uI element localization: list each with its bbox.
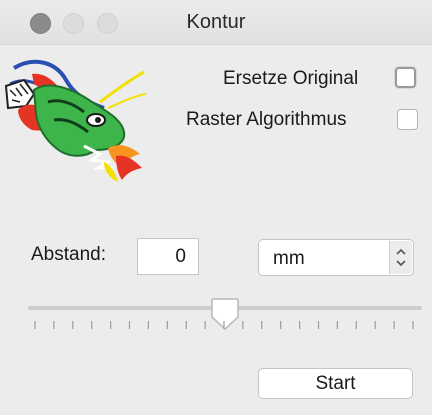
unit-select-stepper[interactable] xyxy=(389,241,412,274)
dragon-logo-icon xyxy=(4,59,147,182)
replace-original-label: Ersetze Original xyxy=(223,68,359,89)
distance-input[interactable] xyxy=(137,238,199,275)
raster-algorithm-label: Raster Algorithmus xyxy=(186,109,347,130)
distance-slider-ticks xyxy=(34,321,414,329)
distance-label: Abstand: xyxy=(31,244,106,265)
unit-select-value: mm xyxy=(273,248,305,269)
window: Kontur Ersetze Original Raster Algorithm… xyxy=(0,0,432,415)
start-button[interactable]: Start xyxy=(258,368,413,399)
unit-select[interactable]: mm xyxy=(258,239,414,276)
titlebar: Kontur xyxy=(0,0,432,45)
replace-original-checkbox[interactable] xyxy=(395,67,416,88)
chevron-up-down-icon xyxy=(396,248,406,267)
window-title: Kontur xyxy=(186,11,246,33)
raster-algorithm-checkbox[interactable] xyxy=(397,109,418,130)
